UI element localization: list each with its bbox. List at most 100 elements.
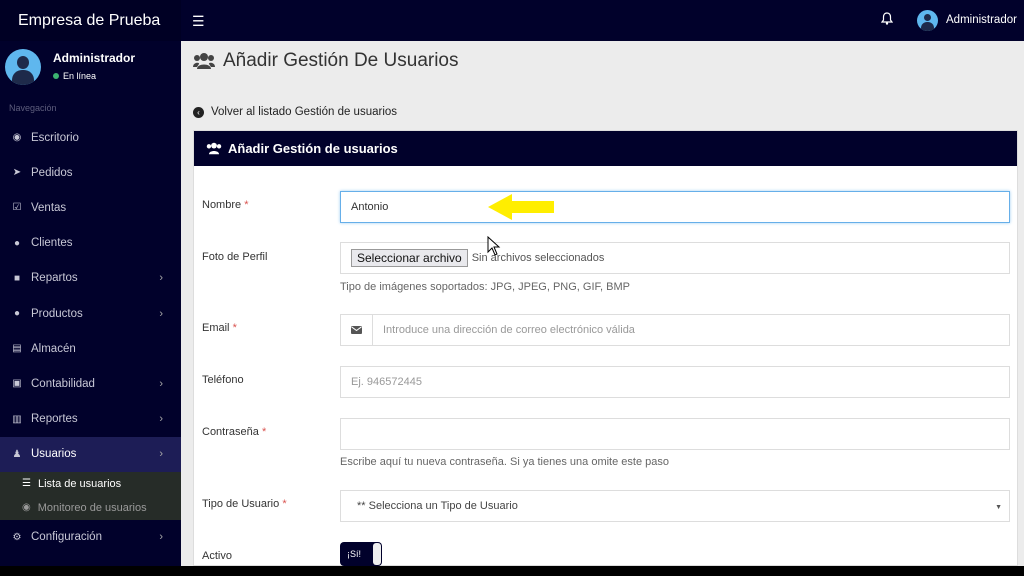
- telefono-placeholder: Ej. 946572445: [351, 376, 422, 388]
- foto-file-input[interactable]: Seleccionar archivo Sin archivos selecci…: [340, 242, 1010, 274]
- tipo-usuario-selected: ** Selecciona un Tipo de Usuario: [357, 500, 518, 512]
- hamburger-menu-icon[interactable]: ☰: [192, 13, 205, 30]
- truck-icon: ■: [13, 272, 21, 284]
- sidebar-item-label: Pedidos: [31, 166, 73, 179]
- sidebar-item-productos[interactable]: ● Productos ›: [0, 296, 181, 331]
- sidebar-item-label: Reportes: [31, 413, 78, 426]
- page-title: Añadir Gestión De Usuarios: [193, 50, 459, 72]
- sidebar: Empresa de Prueba Administrador En línea…: [0, 0, 181, 566]
- sidebar-subitem-label: Monitoreo de usuarios: [37, 501, 147, 514]
- required-mark: *: [244, 199, 249, 211]
- foto-help-text: Tipo de imágenes soportados: JPG, JPEG, …: [340, 281, 630, 293]
- sidebar-item-clientes[interactable]: ● Clientes: [0, 226, 181, 261]
- product-icon: ●: [13, 308, 21, 320]
- envelope-icon: [341, 315, 373, 345]
- user-status: En línea: [53, 71, 96, 81]
- sidebar-item-pedidos[interactable]: ➤ Pedidos: [0, 155, 181, 190]
- select-file-button[interactable]: Seleccionar archivo: [351, 249, 468, 267]
- panel-title: Añadir Gestión de usuarios: [228, 141, 398, 156]
- back-link[interactable]: ‹ Volver al listado Gestión de usuarios: [193, 106, 397, 118]
- password-input[interactable]: [340, 418, 1010, 450]
- email-label-text: Email: [202, 322, 230, 334]
- bar-chart-icon: ▥: [12, 413, 22, 425]
- sidebar-item-label: Escritorio: [31, 131, 79, 144]
- required-mark: *: [282, 498, 287, 510]
- chevron-right-icon: ›: [159, 413, 163, 426]
- sidebar-item-escritorio[interactable]: ◉ Escritorio: [0, 120, 181, 155]
- tipo-usuario-label: Tipo de Usuario *: [202, 498, 287, 510]
- sidebar-item-label: Productos: [31, 307, 83, 320]
- telefono-input[interactable]: Ej. 946572445: [340, 366, 1010, 398]
- sidebar-subitem-monitoreo[interactable]: ◉ Monitoreo de usuarios: [0, 496, 181, 520]
- rocket-icon: ➤: [12, 167, 22, 179]
- password-label-text: Contraseña: [202, 426, 259, 438]
- users-icon: [193, 53, 215, 69]
- sidebar-item-label: Almacén: [31, 342, 76, 355]
- required-mark: *: [261, 426, 267, 438]
- user-icon: ♟: [12, 448, 22, 460]
- chevron-right-icon: ›: [159, 272, 163, 285]
- sidebar-item-label: Contabilidad: [31, 377, 95, 390]
- topbar-user-name[interactable]: Administrador: [946, 14, 1017, 26]
- nombre-label: Nombre *: [202, 199, 248, 211]
- avatar: [5, 49, 41, 85]
- nombre-input[interactable]: Antonio: [340, 191, 1010, 223]
- users-icon: [206, 142, 222, 155]
- panel-header: Añadir Gestión de usuarios: [194, 131, 1017, 166]
- sidebar-item-configuracion[interactable]: ⚙ Configuración ›: [0, 520, 181, 555]
- toggle-label: ¡Sí!: [347, 549, 362, 559]
- sidebar-item-label: Repartos: [31, 272, 78, 285]
- bottom-bar: [0, 566, 1024, 576]
- email-field[interactable]: Introduce una dirección de correo electr…: [340, 314, 1010, 346]
- file-icon: ▤: [12, 343, 22, 355]
- check-square-icon: ☑: [12, 202, 22, 214]
- tipo-usuario-select[interactable]: ** Selecciona un Tipo de Usuario ▼: [340, 490, 1010, 522]
- avatar[interactable]: [917, 10, 938, 31]
- chevron-right-icon: ›: [159, 377, 163, 390]
- users-icon: ●: [13, 237, 21, 249]
- usuarios-submenu: ☰ Lista de usuarios ◉ Monitoreo de usuar…: [0, 471, 181, 520]
- yellow-arrow-icon: [488, 194, 554, 220]
- sidebar-item-label: Configuración: [31, 531, 102, 544]
- sidebar-item-ventas[interactable]: ☑ Ventas: [0, 190, 181, 225]
- page-title-text: Añadir Gestión De Usuarios: [223, 50, 459, 71]
- foto-label: Foto de Perfil: [202, 251, 268, 263]
- bell-icon[interactable]: [880, 12, 894, 28]
- sidebar-item-label: Ventas: [31, 201, 67, 214]
- activo-toggle[interactable]: ¡Sí!: [340, 542, 382, 566]
- sidebar-subitem-label: Lista de usuarios: [37, 477, 122, 490]
- password-label: Contraseña *: [202, 426, 266, 438]
- online-dot-icon: [53, 73, 59, 79]
- sidebar-item-repartos[interactable]: ■ Repartos ›: [0, 261, 181, 296]
- mouse-cursor-icon: [487, 236, 501, 256]
- sidebar-item-contabilidad[interactable]: ▣ Contabilidad ›: [0, 366, 181, 401]
- telefono-label: Teléfono: [202, 374, 244, 386]
- required-mark: *: [232, 322, 237, 334]
- eye-icon: ◉: [22, 502, 31, 514]
- sidebar-item-reportes[interactable]: ▥ Reportes ›: [0, 402, 181, 437]
- nombre-label-text: Nombre: [202, 199, 242, 211]
- form-panel: Añadir Gestión de usuarios Nombre * Anto…: [193, 130, 1018, 566]
- sidebar-item-label: Usuarios: [31, 448, 77, 461]
- password-help-text: Escribe aquí tu nueva contraseña. Si ya …: [340, 456, 669, 468]
- user-panel: Administrador En línea: [0, 41, 181, 96]
- email-placeholder: Introduce una dirección de correo electr…: [383, 324, 635, 336]
- email-label: Email *: [202, 322, 237, 334]
- chevron-left-circle-icon: ‹: [193, 106, 204, 118]
- sidebar-subitem-lista-usuarios[interactable]: ☰ Lista de usuarios: [0, 472, 181, 496]
- activo-label: Activo: [202, 550, 232, 562]
- chevron-right-icon: ›: [159, 531, 163, 544]
- chevron-right-icon: ›: [159, 307, 163, 320]
- sidebar-item-usuarios[interactable]: ♟ Usuarios ›: [0, 436, 181, 472]
- caret-down-icon: ▼: [995, 504, 1002, 511]
- list-icon: ☰: [22, 478, 31, 490]
- nav-header: Navegación: [9, 103, 57, 113]
- money-icon: ▣: [12, 378, 22, 390]
- sidebar-item-almacen[interactable]: ▤ Almacén: [0, 331, 181, 366]
- nombre-value: Antonio: [351, 201, 389, 213]
- user-status-text: En línea: [63, 71, 97, 81]
- chevron-down-icon: ›: [159, 448, 163, 461]
- topbar: ☰ Administrador: [181, 0, 1024, 41]
- back-link-text[interactable]: Volver al listado Gestión de usuarios: [211, 106, 397, 118]
- brand-title[interactable]: Empresa de Prueba: [0, 0, 181, 41]
